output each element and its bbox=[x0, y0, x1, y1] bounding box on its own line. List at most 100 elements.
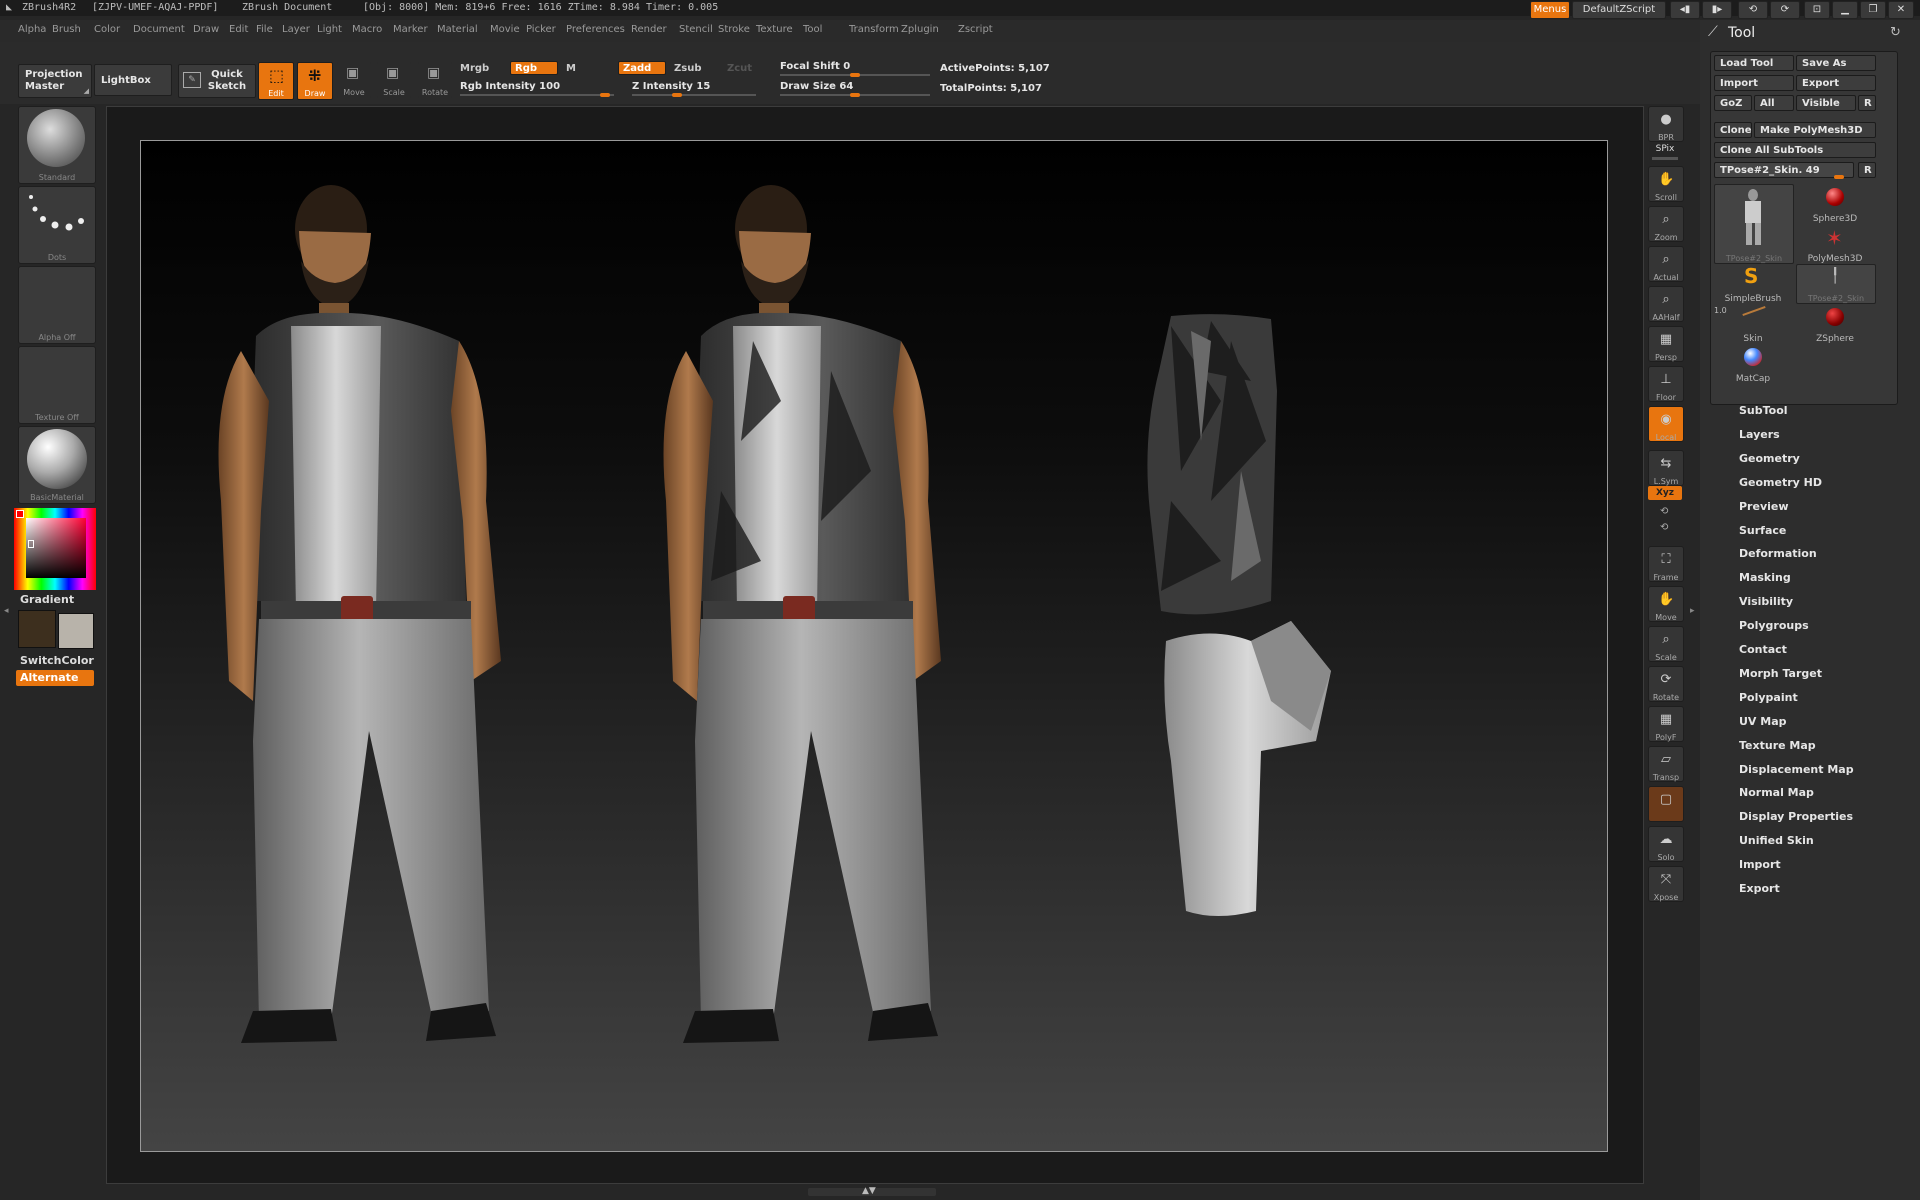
menu-movie[interactable]: Movie bbox=[490, 24, 520, 35]
menu-preferences[interactable]: Preferences bbox=[566, 24, 625, 35]
rotate-button[interactable]: ▣ Rotate bbox=[418, 62, 452, 98]
brush-selector[interactable]: Standard bbox=[18, 106, 96, 184]
subpalette-polypaint[interactable]: Polypaint bbox=[1739, 691, 1798, 704]
move-button[interactable]: ▣ Move bbox=[337, 62, 371, 98]
rightshelf-local-button[interactable]: ◉ Local bbox=[1648, 406, 1684, 442]
tool-pin-icon[interactable]: ⟋ bbox=[1708, 24, 1718, 40]
tool-thumb-tpose-secondary[interactable]: ╿ TPose#2_Skin bbox=[1796, 264, 1876, 304]
undo-icon[interactable]: ⟲ bbox=[1738, 1, 1768, 19]
goz-r-button[interactable]: R bbox=[1858, 95, 1876, 111]
zcut-toggle[interactable]: Zcut bbox=[727, 63, 752, 74]
subpalette-geometry[interactable]: Geometry bbox=[1739, 452, 1800, 465]
tool-thumb-tpose-main[interactable]: TPose#2_Skin bbox=[1714, 184, 1794, 264]
menu-marker[interactable]: Marker bbox=[393, 24, 428, 35]
menu-brush[interactable]: Brush bbox=[52, 24, 81, 35]
color-marker[interactable] bbox=[28, 540, 34, 548]
tool-r-button[interactable]: R bbox=[1858, 162, 1876, 178]
subpalette-surface[interactable]: Surface bbox=[1739, 524, 1786, 537]
menus-button[interactable]: Menus bbox=[1530, 1, 1570, 19]
tool-thumb-polymesh3d[interactable]: ✶ PolyMesh3D bbox=[1796, 226, 1874, 264]
focal-shift-knob[interactable] bbox=[850, 73, 860, 77]
visible-button[interactable]: Visible bbox=[1796, 95, 1856, 111]
save-as-button[interactable]: Save As bbox=[1796, 55, 1876, 71]
draw-button[interactable]: ⁜ Draw bbox=[297, 62, 333, 100]
menu-picker[interactable]: Picker bbox=[526, 24, 556, 35]
make-polymesh-button[interactable]: Make PolyMesh3D bbox=[1754, 122, 1876, 138]
menu-material[interactable]: Material bbox=[437, 24, 478, 35]
tool-thumb-zsphere[interactable]: ZSphere bbox=[1796, 306, 1874, 344]
rightshelf-lsym-button[interactable]: ⇆ L.Sym bbox=[1648, 450, 1684, 486]
menu-stroke[interactable]: Stroke bbox=[718, 24, 750, 35]
menu-draw[interactable]: Draw bbox=[193, 24, 219, 35]
rightshelf-solo-button[interactable]: ☁ Solo bbox=[1648, 826, 1684, 862]
spix-slider[interactable]: SPix bbox=[1648, 144, 1682, 154]
rightshelf-xpose-button[interactable]: ⤧ Xpose bbox=[1648, 866, 1684, 902]
goz-button[interactable]: GoZ bbox=[1714, 95, 1752, 111]
subpalette-contact[interactable]: Contact bbox=[1739, 643, 1787, 656]
projection-master-button[interactable]: Projection Master ◢ bbox=[18, 64, 92, 98]
zsub-toggle[interactable]: Zsub bbox=[674, 63, 701, 74]
rightshelf-frame-button[interactable]: ⛶ Frame bbox=[1648, 546, 1684, 582]
subpalette-morph-target[interactable]: Morph Target bbox=[1739, 667, 1822, 680]
menu-layer[interactable]: Layer bbox=[282, 24, 310, 35]
z-intensity-track[interactable] bbox=[632, 94, 756, 96]
m-toggle[interactable]: M bbox=[566, 63, 576, 74]
current-tool-knob[interactable] bbox=[1834, 175, 1844, 179]
texture-selector[interactable]: Texture Off bbox=[18, 346, 96, 424]
menu-color[interactable]: Color bbox=[94, 24, 120, 35]
clone-all-subtools-button[interactable]: Clone All SubTools bbox=[1714, 142, 1876, 158]
rightshelf-bpr-button[interactable]: ● BPR bbox=[1648, 106, 1684, 142]
alpha-selector[interactable]: Alpha Off bbox=[18, 266, 96, 344]
rgb-intensity-track[interactable] bbox=[460, 94, 614, 96]
z-intensity-knob[interactable] bbox=[672, 93, 682, 97]
rgb-intensity-knob[interactable] bbox=[600, 93, 610, 97]
panel-refresh-icon[interactable]: ↻ bbox=[1890, 25, 1901, 40]
menu-render[interactable]: Render bbox=[631, 24, 667, 35]
menu-light[interactable]: Light bbox=[317, 24, 342, 35]
all-button[interactable]: All bbox=[1754, 95, 1794, 111]
rightshelf-scale-button[interactable]: ⌕ Scale bbox=[1648, 626, 1684, 662]
edit-button[interactable]: ⬚ Edit bbox=[258, 62, 294, 100]
xyz-symmetry-toggle[interactable]: Xyz bbox=[1648, 486, 1682, 500]
tool-thumb-matcap[interactable]: MatCap bbox=[1714, 346, 1792, 384]
clone-button[interactable]: Clone bbox=[1714, 122, 1752, 138]
color-saturation-square[interactable] bbox=[26, 518, 86, 578]
bottom-tray-arrow-icon[interactable]: ▲▼ bbox=[862, 1186, 876, 1196]
menu-alpha[interactable]: Alpha bbox=[18, 24, 46, 35]
menu-zplugin[interactable]: Zplugin bbox=[901, 24, 939, 35]
subpalette-deformation[interactable]: Deformation bbox=[1739, 547, 1817, 560]
tool-thumb-simplebrush[interactable]: S SimpleBrush bbox=[1714, 264, 1792, 304]
document-viewport[interactable] bbox=[140, 140, 1608, 1152]
subpalette-polygroups[interactable]: Polygroups bbox=[1739, 619, 1809, 632]
menu-zscript[interactable]: Zscript bbox=[958, 24, 993, 35]
quick-sketch-button[interactable]: ✎ Quick Sketch bbox=[178, 64, 256, 98]
subpalette-display-properties[interactable]: Display Properties bbox=[1739, 810, 1853, 823]
rgb-toggle[interactable]: Rgb bbox=[510, 61, 558, 75]
lightbox-button[interactable]: LightBox bbox=[94, 64, 172, 96]
toggle-left-icon[interactable]: ◂▮ bbox=[1670, 1, 1700, 19]
lock-icon[interactable]: ⊡ bbox=[1804, 1, 1830, 19]
subpalette-preview[interactable]: Preview bbox=[1739, 500, 1789, 513]
default-zscript-button[interactable]: DefaultZScript bbox=[1572, 1, 1666, 19]
rightshelf-rotate-button[interactable]: ⟳ Rotate bbox=[1648, 666, 1684, 702]
subpalette-normal-map[interactable]: Normal Map bbox=[1739, 786, 1814, 799]
gradient-label[interactable]: Gradient bbox=[20, 593, 74, 606]
scale-button[interactable]: ▣ Scale bbox=[377, 62, 411, 98]
tool-thumb-skin[interactable]: Skin bbox=[1714, 305, 1792, 344]
color-picker[interactable] bbox=[14, 508, 96, 590]
subpalette-import[interactable]: Import bbox=[1739, 858, 1781, 871]
material-selector[interactable]: BasicMaterial bbox=[18, 426, 96, 504]
left-tray-toggle-icon[interactable]: ◂ bbox=[4, 606, 9, 616]
spix-track[interactable] bbox=[1652, 157, 1678, 160]
minimize-icon[interactable]: ▁ bbox=[1832, 1, 1858, 19]
subpalette-geometry-hd[interactable]: Geometry HD bbox=[1739, 476, 1822, 489]
alternate-button[interactable]: Alternate bbox=[16, 670, 94, 686]
current-tool-slider[interactable]: TPose#2_Skin. 49 bbox=[1714, 162, 1854, 178]
rightshelf-floor-button[interactable]: ⊥ Floor bbox=[1648, 366, 1684, 402]
rightshelf-scroll-button[interactable]: ✋ Scroll bbox=[1648, 166, 1684, 202]
subpalette-texture-map[interactable]: Texture Map bbox=[1739, 739, 1816, 752]
rightshelf-move-button[interactable]: ✋ Move bbox=[1648, 586, 1684, 622]
hue-marker[interactable] bbox=[16, 510, 24, 518]
right-tray-toggle-icon[interactable]: ▸ bbox=[1690, 606, 1695, 616]
menu-tool[interactable]: Tool bbox=[803, 24, 822, 35]
